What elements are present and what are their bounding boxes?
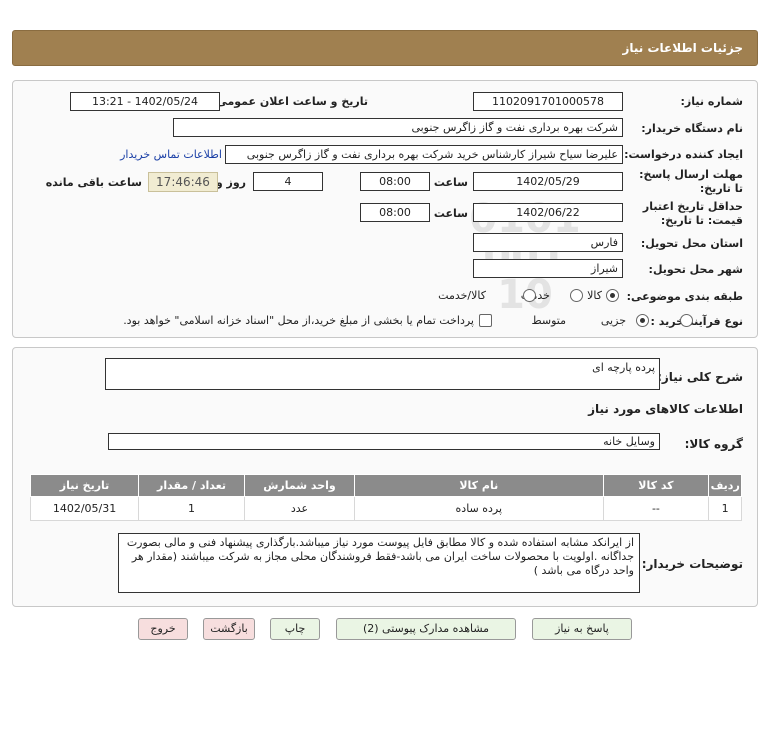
col-unit: واحد شمارش <box>243 474 356 497</box>
cell-row: 1 <box>708 496 742 521</box>
col-name: نام کالا <box>354 474 604 497</box>
notes-label: توضیحات خریدار: <box>641 557 743 571</box>
announce-field: 1402/05/24 - 13:21 <box>70 92 220 111</box>
validity-date-field: 1402/06/22 <box>473 203 623 222</box>
goods-section-title: اطلاعات کالاهای مورد نیاز <box>588 402 743 416</box>
cell-name: پرده ساده <box>354 496 604 521</box>
goods-group-label: گروه کالا: <box>684 437 743 451</box>
payment-note: پرداخت تمام یا بخشی از مبلغ خرید،از محل … <box>123 314 474 327</box>
remaining-time: 17:46:46 <box>148 172 218 192</box>
attachments-button[interactable]: مشاهده مدارک پیوستی (2) <box>336 618 516 640</box>
table-row: 1 -- پرده ساده عدد 1 1402/05/31 <box>29 496 742 521</box>
cell-date: 1402/05/31 <box>29 496 140 521</box>
days-label: روز و <box>215 176 246 189</box>
cell-unit: عدد <box>243 496 356 521</box>
contact-info-link[interactable]: اطلاعات تماس خریدار <box>110 148 222 161</box>
need-number-field: 1102091701000578 <box>473 92 623 111</box>
category-service-radio[interactable] <box>569 289 583 302</box>
reply-date-field: 1402/05/29 <box>473 172 623 191</box>
creator-field: علیرضا سیاح شیراز کارشناس خرید شرکت بهره… <box>225 145 623 164</box>
announce-label: تاریخ و ساعت اعلان عمومی: <box>211 95 368 108</box>
reply-time-field: 08:00 <box>360 172 430 191</box>
col-code: کد کالا <box>602 474 710 497</box>
exit-button[interactable]: خروج <box>138 618 188 640</box>
validity-label: حداقل تاریخ اعتبار قیمت: تا تاریخ: <box>642 200 743 227</box>
process-label: نوع فرآیند خرید : <box>650 315 743 328</box>
process-medium-radio[interactable] <box>636 314 649 327</box>
need-number-label: شماره نیاز: <box>680 95 743 108</box>
days-field: 4 <box>253 172 323 191</box>
city-field: شیراز <box>473 259 623 278</box>
col-row: ردیف <box>708 474 742 497</box>
notes-field: از ایرانکد مشابه استفاده شده و کالا مطاب… <box>118 533 640 593</box>
col-date: تاریخ نیاز <box>29 474 140 497</box>
treasury-checkbox[interactable] <box>479 314 492 327</box>
back-button[interactable]: بازگشت <box>203 618 255 640</box>
buyer-label: نام دستگاه خریدار: <box>641 122 743 135</box>
process-minor-radio[interactable] <box>679 314 693 327</box>
validity-time-field: 08:00 <box>360 203 430 222</box>
cell-code: -- <box>602 496 710 521</box>
category-mixed-radio[interactable] <box>523 289 536 302</box>
page-title: جزئیات اطلاعات نیاز <box>12 30 758 66</box>
process-minor-label: جزیی <box>600 314 626 327</box>
remaining-label: ساعت باقی مانده <box>45 176 142 189</box>
description-field: پرده پارچه ای <box>105 358 660 390</box>
reply-button[interactable]: پاسخ به نیاز <box>532 618 632 640</box>
goods-table: ردیف کد کالا نام کالا واحد شمارش تعداد /… <box>29 474 742 521</box>
cell-qty: 1 <box>138 496 245 521</box>
print-button[interactable]: چاپ <box>270 618 320 640</box>
col-qty: تعداد / مقدار <box>138 474 245 497</box>
category-label: طبقه بندی موضوعی: <box>626 290 743 303</box>
reply-deadline-label: مهلت ارسال پاسخ: تا تاریخ: <box>639 168 743 195</box>
province-field: فارس <box>473 233 623 252</box>
validity-time-label: ساعت <box>433 207 468 220</box>
process-medium-label: متوسط <box>531 314 566 327</box>
city-label: شهر محل تحویل: <box>648 263 743 276</box>
goods-group-field: وسایل خانه <box>108 433 660 450</box>
reply-time-label: ساعت <box>433 176 468 189</box>
buyer-field: شرکت بهره برداری نفت و گاز زاگرس جنوبی <box>173 118 623 137</box>
creator-label: ایجاد کننده درخواست: <box>624 148 743 161</box>
description-label: شرح کلی نیاز: <box>657 370 743 384</box>
category-mixed-label: کالا/خدمت <box>438 289 486 302</box>
category-goods-radio[interactable] <box>606 289 619 302</box>
province-label: استان محل تحویل: <box>640 237 743 250</box>
